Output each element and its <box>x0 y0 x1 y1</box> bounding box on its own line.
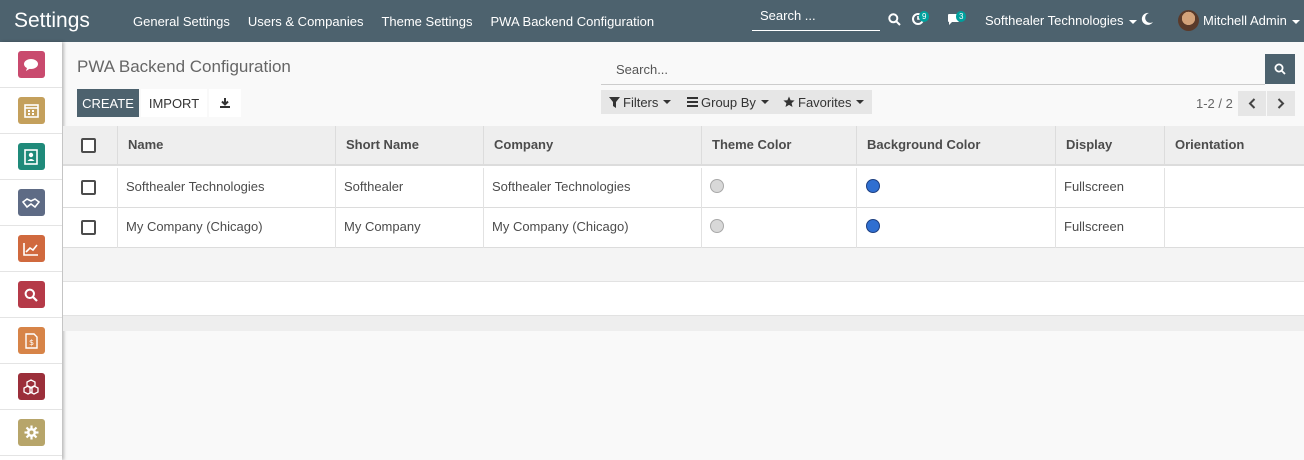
sidebar-app-invoicing[interactable]: $ <box>0 318 62 364</box>
cell-display: Fullscreen <box>1055 168 1164 208</box>
favorites-label: Favorites <box>798 94 852 110</box>
settings-icon <box>17 419 45 446</box>
pager-value[interactable]: 1-2 / 2 <box>1196 96 1233 111</box>
cell-orientation <box>1164 168 1304 208</box>
column-header-background-color[interactable]: Background Color <box>856 126 1055 166</box>
search-icon[interactable] <box>888 13 901 29</box>
column-header-orientation[interactable]: Orientation <box>1164 126 1304 166</box>
user-name: Mitchell Admin <box>1203 13 1287 28</box>
user-menu[interactable]: Mitchell Admin <box>1203 13 1300 28</box>
list-search-input[interactable]: Search... <box>601 54 1265 85</box>
cell-theme-color <box>701 168 856 208</box>
app-sidebar: $ <box>0 42 62 460</box>
create-button[interactable]: CREATE <box>77 89 139 117</box>
empty-row <box>63 248 1304 282</box>
empty-row <box>63 282 1304 316</box>
cell-orientation <box>1164 208 1304 248</box>
top-menu: General Settings Users & Companies Theme… <box>124 14 663 29</box>
cell-name: Softhealer Technologies <box>117 168 335 208</box>
caret-down-icon <box>1128 19 1137 24</box>
user-avatar[interactable] <box>1178 10 1199 31</box>
cell-background-color <box>856 208 1055 248</box>
import-button[interactable]: IMPORT <box>141 89 207 117</box>
cell-display: Fullscreen <box>1055 208 1164 248</box>
caret-down-icon <box>1291 19 1300 24</box>
download-button[interactable] <box>209 89 241 117</box>
caret-down-icon <box>760 100 769 104</box>
pager-previous-button[interactable] <box>1238 91 1266 116</box>
crm-icon <box>17 189 45 216</box>
calendar-icon <box>17 97 45 124</box>
company-name: Softhealer Technologies <box>985 13 1124 28</box>
column-header-name[interactable]: Name <box>117 126 335 166</box>
search-button[interactable] <box>1265 54 1295 84</box>
sidebar-app-crm[interactable] <box>0 180 62 226</box>
company-switcher[interactable]: Softhealer Technologies <box>985 13 1137 28</box>
list-table: Name Short Name Company Theme Color Back… <box>63 126 1304 331</box>
sidebar-app-discuss[interactable] <box>0 42 62 88</box>
sidebar-app-search[interactable] <box>0 272 62 318</box>
row-checkbox[interactable] <box>81 220 96 235</box>
filters-dropdown[interactable]: Filters <box>601 90 680 114</box>
theme-color-swatch <box>710 179 724 193</box>
invoicing-icon: $ <box>17 327 45 354</box>
sales-icon <box>17 235 45 262</box>
column-header-theme-color[interactable]: Theme Color <box>701 126 856 166</box>
caret-down-icon <box>663 100 672 104</box>
cell-company: Softhealer Technologies <box>483 168 701 208</box>
group-by-label: Group By <box>701 94 756 110</box>
cell-short-name: Softhealer <box>335 168 483 208</box>
background-color-swatch <box>866 179 880 193</box>
menu-general-settings[interactable]: General Settings <box>124 14 239 29</box>
star-icon <box>783 96 795 107</box>
menu-users-companies[interactable]: Users & Companies <box>239 14 373 29</box>
page-title: PWA Backend Configuration <box>77 57 291 76</box>
pager-next-button[interactable] <box>1267 91 1295 116</box>
caret-down-icon <box>856 100 865 104</box>
cell-short-name: My Company <box>335 208 483 248</box>
column-header-display[interactable]: Display <box>1055 126 1164 166</box>
group-by-dropdown[interactable]: Group By <box>679 90 777 114</box>
table-row[interactable]: Softhealer Technologies Softhealer Softh… <box>63 168 1304 208</box>
table-row[interactable]: My Company (Chicago) My Company My Compa… <box>63 208 1304 248</box>
menu-theme-settings[interactable]: Theme Settings <box>372 14 481 29</box>
sidebar-app-settings[interactable] <box>0 410 62 456</box>
column-header-company[interactable]: Company <box>483 126 701 166</box>
discuss-icon <box>17 51 45 78</box>
filter-icon <box>609 96 620 108</box>
menu-pwa-backend-configuration[interactable]: PWA Backend Configuration <box>482 14 664 29</box>
dark-mode-moon-icon[interactable] <box>1140 12 1154 29</box>
app-brand[interactable]: Settings <box>0 9 124 33</box>
row-checkbox[interactable] <box>81 180 96 195</box>
filters-label: Filters <box>623 94 659 110</box>
contacts-icon <box>17 143 45 170</box>
sidebar-app-apps[interactable] <box>0 364 62 410</box>
favorites-dropdown[interactable]: Favorites <box>775 90 873 114</box>
sidebar-app-sales[interactable] <box>0 226 62 272</box>
download-icon <box>220 98 230 108</box>
cell-theme-color <box>701 208 856 248</box>
svg-text:$: $ <box>28 338 33 347</box>
chevron-left-icon <box>1248 98 1256 109</box>
select-all-checkbox[interactable] <box>81 138 96 153</box>
apps-icon <box>17 373 45 400</box>
column-header-short-name[interactable]: Short Name <box>335 126 483 166</box>
table-header: Name Short Name Company Theme Color Back… <box>63 126 1304 166</box>
background-color-swatch <box>866 219 880 233</box>
chevron-right-icon <box>1277 98 1285 109</box>
cell-background-color <box>856 168 1055 208</box>
cell-name: My Company (Chicago) <box>117 208 335 248</box>
cell-company: My Company (Chicago) <box>483 208 701 248</box>
search-icon <box>1274 63 1286 75</box>
search-app-icon <box>17 281 45 308</box>
theme-color-swatch <box>710 219 724 233</box>
sidebar-app-calendar[interactable] <box>0 88 62 134</box>
sidebar-app-contacts[interactable] <box>0 134 62 180</box>
top-search-input[interactable]: Search ... <box>752 5 880 31</box>
bars-icon <box>687 97 698 107</box>
table-footer <box>63 316 1304 331</box>
